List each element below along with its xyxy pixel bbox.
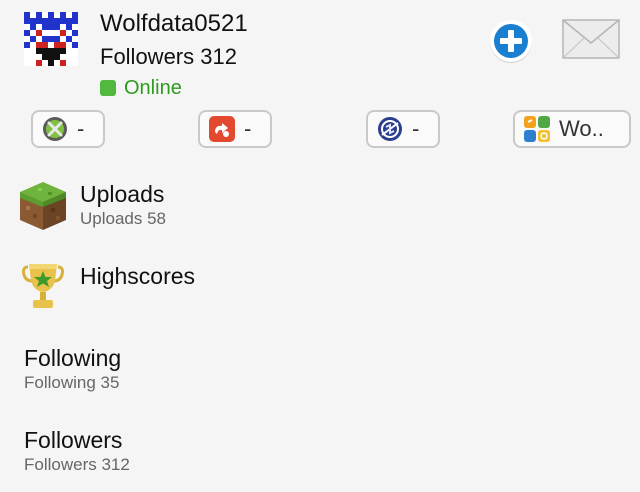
status-indicator-icon — [100, 80, 116, 96]
game-center-platform-button[interactable]: Wo.. — [513, 110, 631, 148]
followers-row[interactable]: Followers Followers 312 — [0, 422, 640, 478]
followers-title: Followers — [24, 427, 123, 453]
app-platform-button[interactable]: - — [198, 110, 272, 148]
followers-subtitle-count: Followers 312 — [24, 455, 130, 474]
playstation-network-icon — [376, 115, 404, 143]
following-count: Following 35 — [24, 373, 120, 392]
app-icon — [208, 115, 236, 143]
online-status: Online — [100, 76, 182, 100]
psn-platform-button[interactable]: - — [366, 110, 440, 148]
status-label: Online — [124, 77, 182, 99]
highscores-row[interactable]: Highscores — [0, 258, 640, 314]
xbox-platform-button[interactable]: - — [31, 110, 105, 148]
xbox-label: - — [77, 116, 85, 141]
uploads-row[interactable]: Uploads Uploads 58 — [0, 176, 640, 236]
followers-count: Followers 312 — [100, 44, 237, 69]
following-title: Following — [24, 345, 122, 371]
following-row[interactable]: Following Following 35 — [0, 340, 640, 396]
envelope-icon[interactable] — [562, 19, 620, 59]
pixel-avatar-icon — [24, 12, 78, 66]
trophy-icon — [22, 261, 64, 311]
highscores-title: Highscores — [80, 263, 196, 289]
game-center-label: Wo.. — [559, 116, 604, 141]
username: Wolfdata0521 — [100, 10, 248, 37]
psn-label: - — [412, 116, 420, 141]
app-label: - — [244, 116, 252, 141]
xbox-icon — [41, 115, 69, 143]
uploads-count: Uploads 58 — [80, 209, 167, 228]
game-center-icon — [523, 115, 551, 143]
plus-circle-icon[interactable] — [488, 18, 534, 64]
grass-block-icon — [18, 180, 68, 232]
uploads-title: Uploads — [80, 181, 165, 207]
profile-screen: Wolfdata0521 Followers 312 Online - - - … — [0, 0, 640, 492]
